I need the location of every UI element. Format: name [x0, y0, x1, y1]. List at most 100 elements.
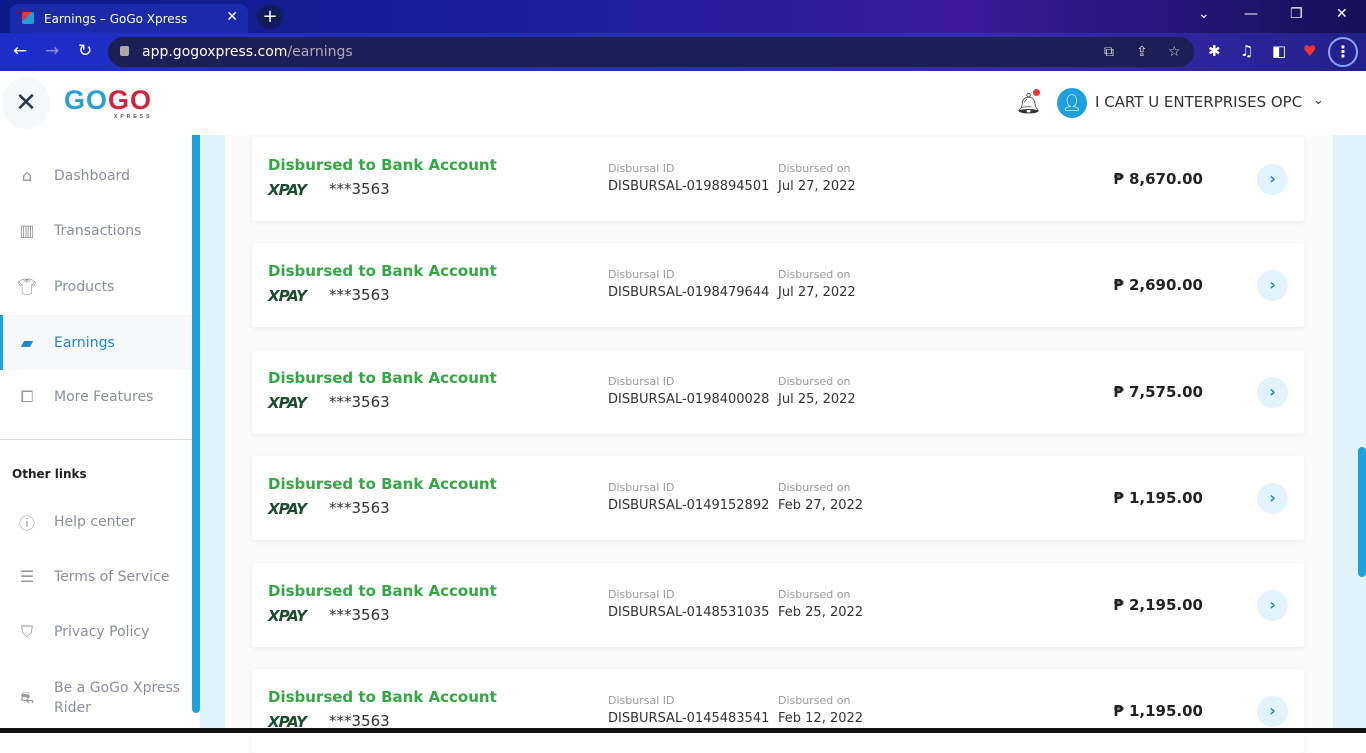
- sidebar-item-transactions[interactable]: ▥ Transactions: [0, 203, 192, 258]
- content-background: [1333, 135, 1366, 733]
- disbursal-id-label: Disbursal ID: [608, 588, 675, 601]
- tab-search-icon[interactable]: ⌄: [1198, 6, 1210, 22]
- disbursal-title: Disbursed to Bank Account: [268, 262, 497, 280]
- gogo-xpress-logo[interactable]: GOGO XPRESS: [64, 85, 152, 120]
- user-name[interactable]: I CART U ENTERPRISES OPC: [1095, 93, 1302, 111]
- logo-sub: XPRESS: [114, 114, 153, 120]
- user-avatar[interactable]: 👤︎: [1057, 88, 1087, 118]
- info-icon: ⓘ: [18, 513, 35, 533]
- sidebar-link-be-a-rider[interactable]: ⛐ Be a GoGo Xpress Rider: [0, 669, 192, 727]
- disbursed-on-label: Disbursed on: [778, 694, 851, 707]
- disbursal-title: Disbursed to Bank Account: [268, 156, 497, 174]
- chevron-right-icon[interactable]: ›: [1257, 377, 1288, 408]
- disbursal-id-label: Disbursal ID: [608, 481, 675, 494]
- browser-tab[interactable]: Earnings – GoGo Xpress ✕: [10, 4, 248, 33]
- disbursed-date: Jul 27, 2022: [778, 285, 856, 300]
- browser-tab-strip: Earnings – GoGo Xpress ✕ + ⌄ — ❐ ✕: [0, 0, 1366, 33]
- media-control-icon[interactable]: ♫: [1240, 42, 1253, 60]
- close-window-icon[interactable]: ✕: [1336, 6, 1348, 22]
- disbursal-title: Disbursed to Bank Account: [268, 475, 497, 493]
- chevron-down-icon[interactable]: ⌄: [1313, 93, 1324, 108]
- extensions-icon[interactable]: ✱: [1208, 42, 1221, 60]
- home-icon: ⌂: [21, 166, 33, 185]
- browser-toolbar: ← → ↻ app.gogoxpress.com/earnings ⧉ ⇪ ☆ …: [0, 33, 1366, 71]
- forward-icon[interactable]: →: [45, 41, 59, 61]
- open-in-app-icon[interactable]: ⧉: [1104, 37, 1114, 67]
- disbursal-id: DISBURSAL-0198479644: [608, 285, 770, 300]
- disbursal-card[interactable]: Disbursed to Bank Account XPAY ***3563 D…: [252, 669, 1304, 753]
- disbursed-date: Feb 12, 2022: [778, 711, 864, 726]
- disbursed-on-label: Disbursed on: [778, 588, 851, 601]
- account-number: ***3563: [329, 393, 390, 411]
- other-links-title: Other links: [12, 467, 87, 481]
- disbursal-id: DISBURSAL-0148531035: [608, 605, 770, 620]
- disbursed-date: Jul 27, 2022: [778, 179, 856, 194]
- sidebar-item-label: Earnings: [54, 334, 115, 351]
- new-tab-button[interactable]: +: [257, 5, 283, 29]
- xpay-logo: XPAY: [268, 287, 307, 305]
- chevron-right-icon[interactable]: ›: [1257, 590, 1288, 621]
- xpay-logo: XPAY: [268, 500, 307, 518]
- restore-icon[interactable]: ❐: [1290, 6, 1303, 22]
- chevron-right-icon[interactable]: ›: [1257, 164, 1288, 195]
- minimize-icon[interactable]: —: [1244, 6, 1258, 22]
- address-bar[interactable]: app.gogoxpress.com/earnings ⧉ ⇪ ☆: [108, 37, 1194, 67]
- chevron-right-icon[interactable]: ›: [1257, 483, 1288, 514]
- sidebar-item-dashboard[interactable]: ⌂ Dashboard: [0, 148, 192, 203]
- disbursal-card[interactable]: Disbursed to Bank Account XPAY ***3563 D…: [252, 350, 1304, 434]
- reload-icon[interactable]: ↻: [78, 41, 92, 61]
- side-panel-icon[interactable]: ◧: [1272, 42, 1286, 60]
- sidebar-item-label: Be a GoGo Xpress Rider: [54, 680, 181, 716]
- share-icon[interactable]: ⇪: [1136, 37, 1148, 67]
- wallet-icon: ▰: [20, 333, 34, 352]
- disbursed-date: Jul 25, 2022: [778, 392, 856, 407]
- disbursal-title: Disbursed to Bank Account: [268, 688, 497, 706]
- taskbar: [0, 728, 1366, 733]
- extension-heart-icon[interactable]: ♥: [1303, 42, 1316, 60]
- sidebar-divider: [0, 439, 192, 440]
- page-scrollbar[interactable]: [1358, 447, 1366, 577]
- chevron-right-icon[interactable]: ›: [1257, 270, 1288, 301]
- sidebar-link-privacy[interactable]: ⛉ Privacy Policy: [0, 604, 192, 659]
- app-header: ✕ GOGO XPRESS 🔔︎ 👤︎ I CART U ENTERPRISES …: [0, 71, 1366, 135]
- xpay-logo: XPAY: [268, 607, 307, 625]
- disbursal-amount: ₱ 8,670.00: [1113, 170, 1203, 188]
- disbursal-id: DISBURSAL-0198400028: [608, 392, 770, 407]
- disbursal-card[interactable]: Disbursed to Bank Account XPAY ***3563 D…: [252, 563, 1304, 647]
- sidebar-item-label: Privacy Policy: [54, 623, 150, 640]
- sidebar-link-terms[interactable]: ☰ Terms of Service: [0, 549, 192, 604]
- sidebar-item-label: Products: [54, 278, 115, 295]
- notification-bell-icon[interactable]: 🔔︎: [1016, 89, 1041, 115]
- disbursed-on-label: Disbursed on: [778, 268, 851, 281]
- sidebar-scrollbar[interactable]: [192, 135, 200, 713]
- sidebar-item-products[interactable]: 👕︎ Products: [0, 259, 192, 314]
- disbursed-on-label: Disbursed on: [778, 162, 851, 175]
- back-icon[interactable]: ←: [13, 41, 27, 61]
- xpay-logo: XPAY: [268, 394, 307, 412]
- disbursal-title: Disbursed to Bank Account: [268, 369, 497, 387]
- disbursal-id-label: Disbursal ID: [608, 268, 675, 281]
- disbursed-on-label: Disbursed on: [778, 481, 851, 494]
- document-icon: ☰: [19, 567, 35, 586]
- browser-menu-icon[interactable]: ⋮: [1328, 37, 1358, 67]
- disbursal-amount: ₱ 1,195.00: [1113, 489, 1203, 507]
- puzzle-icon: ⧠: [20, 386, 34, 406]
- disbursal-id-label: Disbursal ID: [608, 375, 675, 388]
- bookmark-star-icon[interactable]: ☆: [1168, 37, 1181, 67]
- disbursal-card[interactable]: Disbursed to Bank Account XPAY ***3563 D…: [252, 137, 1304, 221]
- sidebar-item-more-features[interactable]: ⧠ More Features: [0, 369, 192, 424]
- url-path: /earnings: [287, 44, 353, 60]
- close-tab-icon[interactable]: ✕: [226, 9, 238, 25]
- account-number: ***3563: [329, 286, 390, 304]
- sidebar-item-label: Transactions: [54, 222, 142, 239]
- sidebar-item-earnings[interactable]: ▰ Earnings: [0, 315, 192, 370]
- chevron-right-icon[interactable]: ›: [1257, 696, 1288, 727]
- disbursal-card[interactable]: Disbursed to Bank Account XPAY ***3563 D…: [252, 243, 1304, 327]
- tab-title: Earnings – GoGo Xpress: [44, 11, 188, 26]
- sidebar-item-label: Terms of Service: [54, 568, 170, 585]
- close-sidebar-icon[interactable]: ✕: [2, 77, 50, 129]
- account-number: ***3563: [329, 499, 390, 517]
- disbursal-card[interactable]: Disbursed to Bank Account XPAY ***3563 D…: [252, 456, 1304, 540]
- sidebar-link-help-center[interactable]: ⓘ Help center: [0, 494, 192, 549]
- lock-icon: [120, 46, 129, 56]
